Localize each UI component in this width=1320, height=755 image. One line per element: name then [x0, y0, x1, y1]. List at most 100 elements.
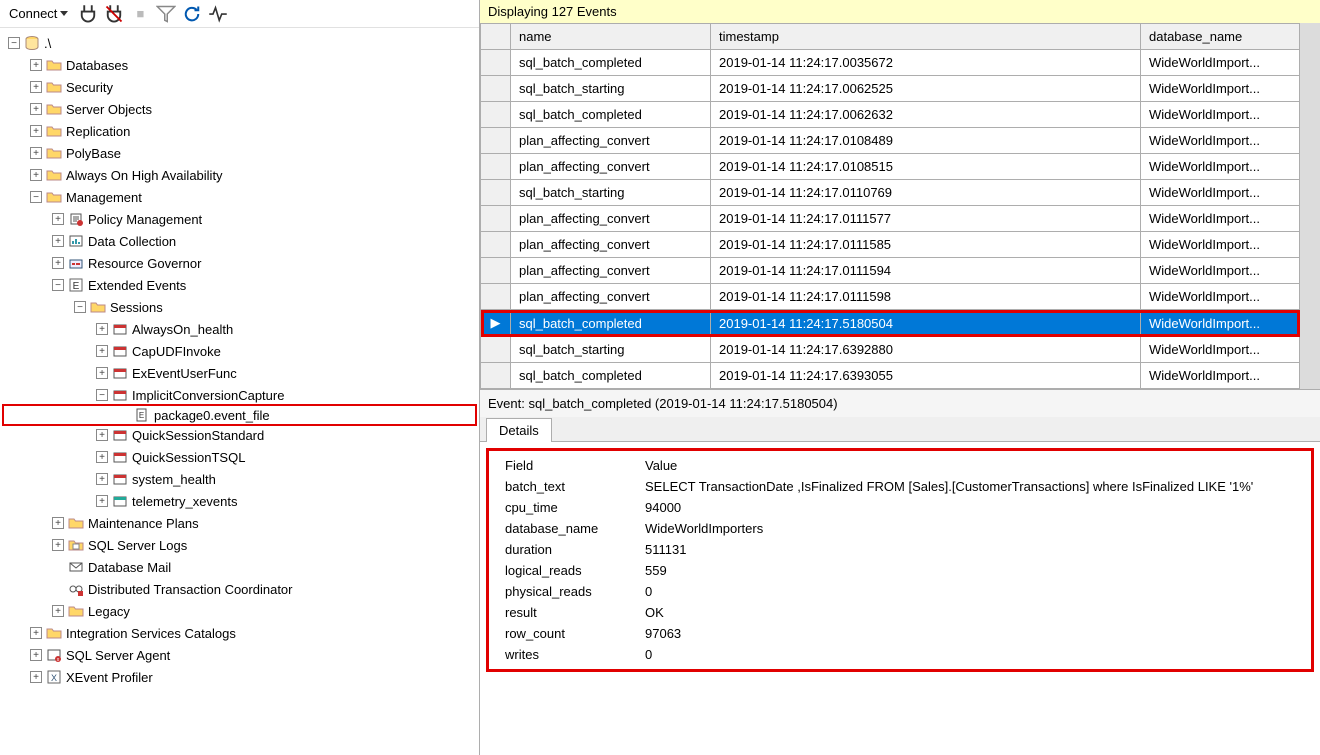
expander-icon[interactable]: +: [96, 367, 108, 379]
vertical-scrollbar[interactable]: [1300, 23, 1320, 389]
table-row[interactable]: sql_batch_starting2019-01-14 11:24:17.01…: [481, 180, 1300, 206]
expander-icon[interactable]: +: [30, 147, 42, 159]
tab-details[interactable]: Details: [486, 418, 552, 442]
expander-icon[interactable]: [52, 583, 64, 595]
cell-name: sql_batch_starting: [511, 76, 711, 102]
expander-icon[interactable]: +: [52, 257, 64, 269]
tree-node[interactable]: +Integration Services Catalogs: [2, 622, 477, 644]
expander-icon[interactable]: +: [52, 235, 64, 247]
detail-row: cpu_time94000: [499, 497, 1301, 518]
expander-icon[interactable]: +: [96, 323, 108, 335]
tree-node[interactable]: +Legacy: [2, 600, 477, 622]
tree-node[interactable]: +QuickSessionTSQL: [2, 446, 477, 468]
tree-node-label: Server Objects: [66, 102, 152, 117]
table-row[interactable]: plan_affecting_convert2019-01-14 11:24:1…: [481, 128, 1300, 154]
expander-icon[interactable]: +: [52, 539, 64, 551]
cell-timestamp: 2019-01-14 11:24:17.0062632: [711, 102, 1141, 128]
expander-icon[interactable]: +: [30, 649, 42, 661]
tree-node[interactable]: +xSQL Server Agent: [2, 644, 477, 666]
row-indicator: [481, 284, 511, 310]
tree-node-label: Replication: [66, 124, 130, 139]
tree-node[interactable]: +QuickSessionStandard: [2, 424, 477, 446]
cell-timestamp: 2019-01-14 11:24:17.0062525: [711, 76, 1141, 102]
expander-icon[interactable]: +: [52, 605, 64, 617]
table-row[interactable]: sql_batch_starting2019-01-14 11:24:17.00…: [481, 76, 1300, 102]
col-timestamp[interactable]: timestamp: [711, 24, 1141, 50]
expander-icon[interactable]: −: [96, 389, 108, 401]
table-row[interactable]: plan_affecting_convert2019-01-14 11:24:1…: [481, 154, 1300, 180]
table-row[interactable]: sql_batch_completed2019-01-14 11:24:17.6…: [481, 363, 1300, 389]
expander-icon[interactable]: −: [30, 191, 42, 203]
expander-icon[interactable]: [52, 561, 64, 573]
expander-icon[interactable]: +: [30, 671, 42, 683]
cell-name: sql_batch_completed: [511, 310, 711, 337]
tree-node[interactable]: +CapUDFInvoke: [2, 340, 477, 362]
tree-node[interactable]: Database Mail: [2, 556, 477, 578]
expander-icon[interactable]: +: [30, 103, 42, 115]
expander-icon[interactable]: +: [96, 473, 108, 485]
expander-icon[interactable]: +: [96, 429, 108, 441]
tree-node[interactable]: +Always On High Availability: [2, 164, 477, 186]
tree-node[interactable]: +Resource Governor: [2, 252, 477, 274]
tree-node[interactable]: +telemetry_xevents: [2, 490, 477, 512]
expander-icon[interactable]: +: [30, 81, 42, 93]
connect-button[interactable]: Connect: [5, 4, 72, 23]
object-explorer: Connect ■ −: [0, 0, 480, 755]
tree-node[interactable]: Epackage0.event_file: [2, 404, 477, 426]
tree-node[interactable]: +Data Collection: [2, 230, 477, 252]
expander-icon[interactable]: −: [74, 301, 86, 313]
tree-node[interactable]: +Databases: [2, 54, 477, 76]
tree-node[interactable]: +Policy Management: [2, 208, 477, 230]
plug-disconnect-icon[interactable]: [104, 4, 124, 24]
tree-node[interactable]: +XXEvent Profiler: [2, 666, 477, 688]
cell-name: sql_batch_completed: [511, 50, 711, 76]
table-row[interactable]: plan_affecting_convert2019-01-14 11:24:1…: [481, 206, 1300, 232]
tree-node[interactable]: +Security: [2, 76, 477, 98]
table-row[interactable]: ▶sql_batch_completed2019-01-14 11:24:17.…: [481, 310, 1300, 337]
expander-icon[interactable]: [118, 409, 130, 421]
expander-icon[interactable]: −: [52, 279, 64, 291]
activity-icon[interactable]: [208, 4, 228, 24]
expander-icon[interactable]: +: [96, 451, 108, 463]
expander-icon[interactable]: +: [52, 213, 64, 225]
expander-icon[interactable]: +: [52, 517, 64, 529]
expander-icon[interactable]: +: [30, 169, 42, 181]
expander-icon[interactable]: +: [30, 125, 42, 137]
table-row[interactable]: plan_affecting_convert2019-01-14 11:24:1…: [481, 258, 1300, 284]
col-dbname[interactable]: database_name: [1141, 24, 1300, 50]
table-row[interactable]: sql_batch_starting2019-01-14 11:24:17.63…: [481, 337, 1300, 363]
expander-icon[interactable]: +: [30, 59, 42, 71]
tree-node[interactable]: Distributed Transaction Coordinator: [2, 578, 477, 600]
table-row[interactable]: plan_affecting_convert2019-01-14 11:24:1…: [481, 232, 1300, 258]
tree-root[interactable]: − .\: [2, 32, 477, 54]
expander-icon[interactable]: −: [8, 37, 20, 49]
cell-db: WideWorldImport...: [1141, 128, 1300, 154]
col-name[interactable]: name: [511, 24, 711, 50]
table-row[interactable]: plan_affecting_convert2019-01-14 11:24:1…: [481, 284, 1300, 310]
tree-node[interactable]: + Replication: [2, 120, 477, 142]
tree-node[interactable]: +system_health: [2, 468, 477, 490]
tree-node[interactable]: −Management: [2, 186, 477, 208]
tree-node[interactable]: +ExEventUserFunc: [2, 362, 477, 384]
plug-connect-icon[interactable]: [78, 4, 98, 24]
cell-name: sql_batch_completed: [511, 102, 711, 128]
tree-node[interactable]: +AlwaysOn_health: [2, 318, 477, 340]
tree-view[interactable]: − .\ +Databases+Security+Server Objects+…: [0, 28, 479, 755]
stop-icon[interactable]: ■: [130, 4, 150, 24]
expander-icon[interactable]: +: [30, 627, 42, 639]
tree-node[interactable]: −EExtended Events: [2, 274, 477, 296]
filter-icon[interactable]: [156, 4, 176, 24]
tree-node[interactable]: +PolyBase: [2, 142, 477, 164]
expander-icon[interactable]: +: [96, 345, 108, 357]
refresh-icon[interactable]: [182, 4, 202, 24]
tree-node[interactable]: −Sessions: [2, 296, 477, 318]
table-row[interactable]: sql_batch_completed2019-01-14 11:24:17.0…: [481, 102, 1300, 128]
events-grid[interactable]: name timestamp database_name sql_batch_c…: [480, 23, 1300, 389]
tree-node[interactable]: + Server Objects: [2, 98, 477, 120]
tree-node[interactable]: +Maintenance Plans: [2, 512, 477, 534]
expander-icon[interactable]: +: [96, 495, 108, 507]
tree-node[interactable]: +SQL Server Logs: [2, 534, 477, 556]
table-row[interactable]: sql_batch_completed2019-01-14 11:24:17.0…: [481, 50, 1300, 76]
tree-node[interactable]: −ImplicitConversionCapture: [2, 384, 477, 406]
grid-header-row[interactable]: name timestamp database_name: [481, 24, 1300, 50]
